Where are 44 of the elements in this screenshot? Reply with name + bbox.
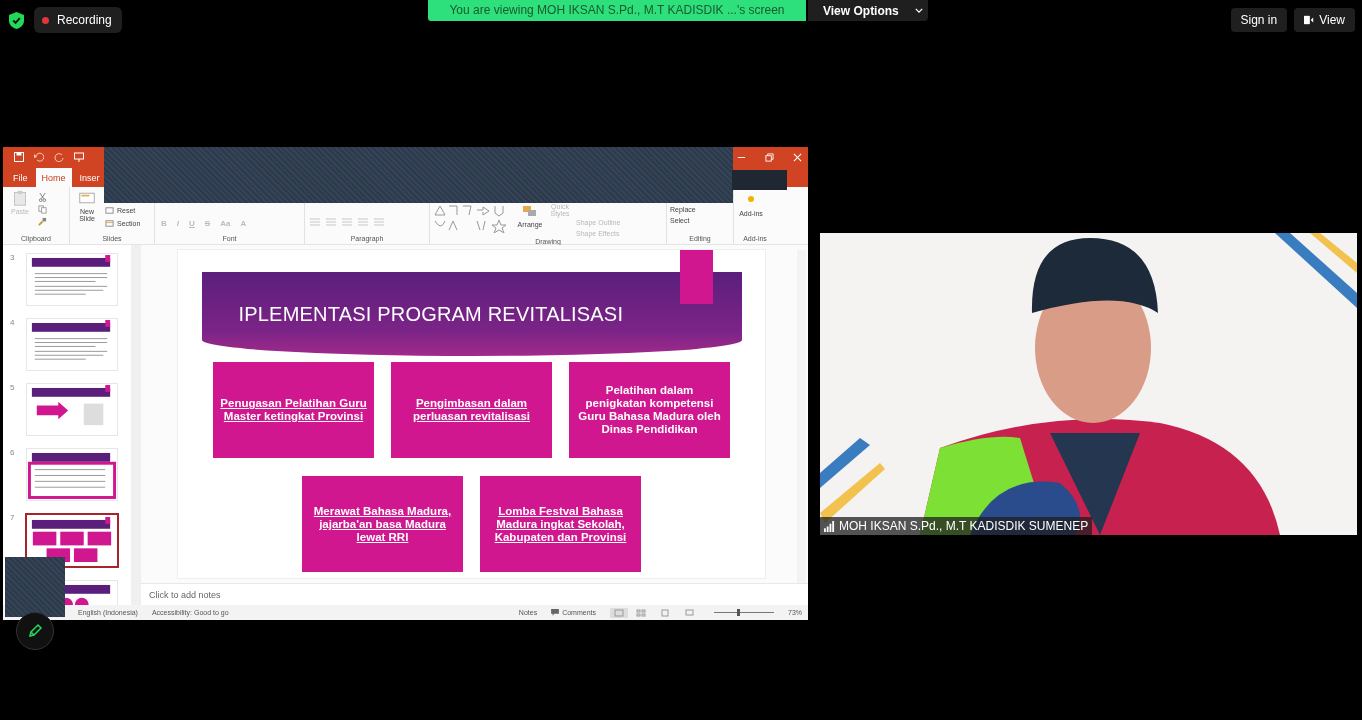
box-text: Pengimbasan dalam perluasan revitalisasi [412, 397, 531, 424]
reset-icon[interactable] [105, 206, 114, 216]
view-button[interactable]: View [1294, 8, 1355, 32]
view-options-button[interactable]: View Options [808, 0, 928, 21]
presentation-icon[interactable] [74, 152, 84, 163]
slide-thumbnail[interactable] [25, 513, 119, 569]
slide-title: IPLEMENTASI PROGRAM REVITALISASI [238, 302, 624, 326]
brush-icon[interactable] [38, 217, 47, 227]
caret-icon[interactable] [914, 8, 923, 13]
slide-number: 7 [10, 513, 16, 523]
slide-number: 4 [10, 318, 16, 328]
ribbon-tab[interactable]: Home [35, 168, 72, 188]
pencil-icon[interactable] [27, 623, 43, 639]
close-icon[interactable] [793, 152, 802, 162]
comment-icon[interactable] [551, 609, 560, 617]
sign-in-button[interactable]: Sign in [1230, 8, 1288, 32]
slide-decoration [680, 250, 713, 305]
copy-icon[interactable] [38, 205, 47, 215]
hidden-region-overlay [5, 557, 65, 617]
slide-number: 6 [10, 448, 16, 458]
signal-icon [824, 520, 835, 532]
ribbon-tab[interactable]: Inser [73, 168, 106, 188]
dot-icon[interactable] [748, 196, 754, 203]
sharing-banner: You are viewing MOH IKSAN S.Pd., M.T KADISDIK ...'s screen [428, 0, 806, 21]
box-text: Lomba Festval Bahasa Madura ingkat Sekolah, Kabupaten dan Provinsi [493, 504, 628, 544]
section-icon[interactable] [105, 219, 114, 229]
shield-icon[interactable] [9, 11, 24, 29]
recording-indicator[interactable]: Recording [34, 7, 122, 33]
box-text: Pelatihan dalam penigkatan kompetensi Guru Bahasa Madura oleh Dinas Pendidikan [577, 384, 722, 437]
box-text: Penugasan Pelatihan Guru Master ketingkat Provinsi [219, 397, 368, 424]
annotate-button[interactable] [16, 612, 54, 650]
view-icon[interactable] [1304, 15, 1315, 25]
restore-icon[interactable] [765, 152, 774, 162]
slide-number: 3 [10, 253, 16, 263]
slide-number: 5 [10, 383, 16, 393]
scissors-icon[interactable] [38, 193, 47, 203]
undo-icon[interactable] [34, 152, 44, 163]
ribbon-tab[interactable]: File [7, 168, 34, 188]
save-icon[interactable] [14, 152, 24, 163]
box-text: Merawat Bahasa Madura, jajarba'an basa Madura lewat RRI [312, 504, 453, 544]
redo-icon[interactable] [54, 152, 64, 163]
scrollbar[interactable] [131, 245, 140, 606]
participant-name-text: MOH IKSAN S.Pd., M.T KADISDIK SUMENEP [839, 519, 1089, 533]
notes-field[interactable]: Click to add notes [149, 589, 221, 600]
